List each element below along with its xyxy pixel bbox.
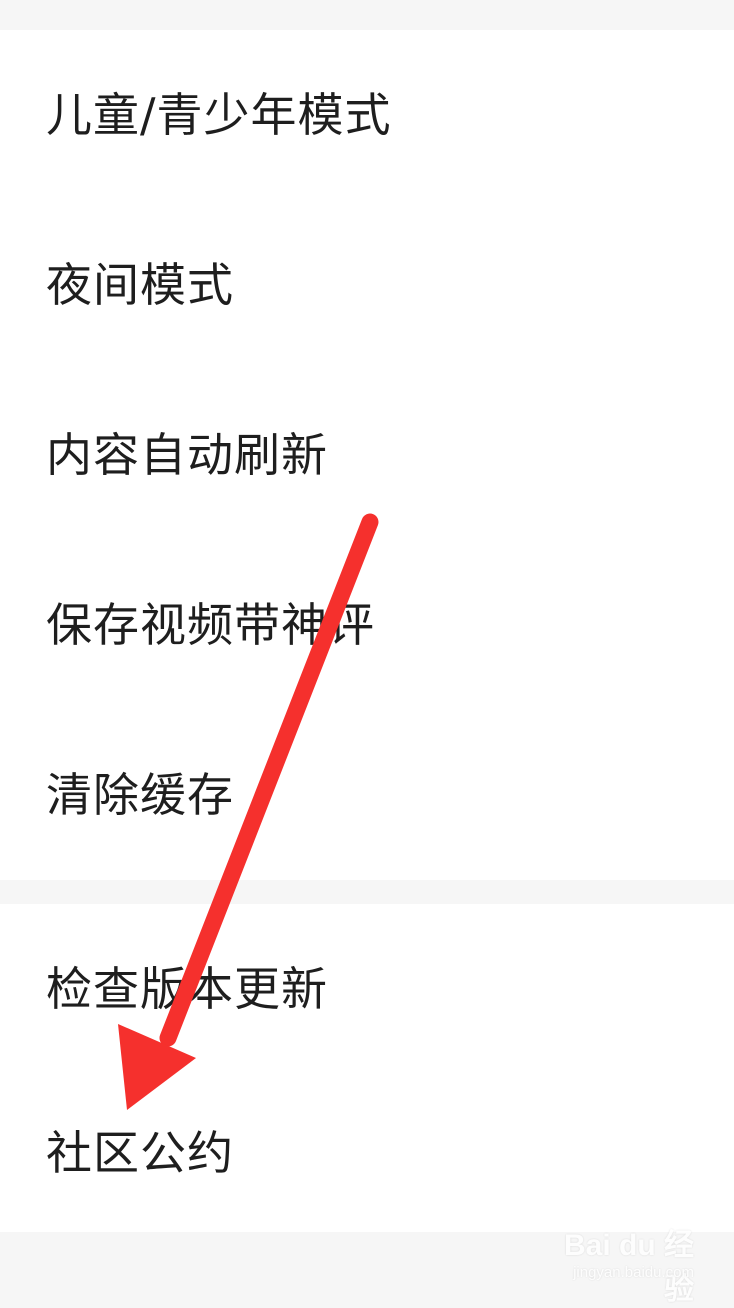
setting-item-label: 夜间模式 xyxy=(46,258,234,312)
settings-group-general: 儿童/青少年模式 夜间模式 内容自动刷新 保存视频带神评 清除缓存 xyxy=(0,30,734,880)
setting-item-check-update[interactable]: 检查版本更新 xyxy=(0,904,734,1074)
setting-item-label: 清除缓存 xyxy=(46,768,234,822)
settings-screen: 儿童/青少年模式 夜间模式 内容自动刷新 保存视频带神评 清除缓存 检查版本更新… xyxy=(0,0,734,1308)
setting-item-label: 保存视频带神评 xyxy=(46,598,375,652)
setting-item-save-video-with-comment[interactable]: 保存视频带神评 xyxy=(0,540,734,710)
setting-item-label: 社区公约 xyxy=(46,1126,234,1180)
setting-item-auto-refresh[interactable]: 内容自动刷新 xyxy=(0,370,734,540)
setting-item-night-mode[interactable]: 夜间模式 xyxy=(0,200,734,370)
setting-item-label: 儿童/青少年模式 xyxy=(46,88,392,142)
setting-item-community-guidelines[interactable]: 社区公约 xyxy=(0,1068,734,1238)
settings-group-about: 检查版本更新 社区公约 xyxy=(0,904,734,1232)
watermark-url: jingyan.baidu.com xyxy=(573,1264,694,1281)
setting-item-kids-teen-mode[interactable]: 儿童/青少年模式 xyxy=(0,30,734,200)
setting-item-label: 检查版本更新 xyxy=(46,962,328,1016)
setting-item-label: 内容自动刷新 xyxy=(46,428,328,482)
baidu-jingyan-watermark: Bai du 经验 jingyan.baidu.com xyxy=(554,1214,694,1306)
setting-item-clear-cache[interactable]: 清除缓存 xyxy=(0,710,734,880)
